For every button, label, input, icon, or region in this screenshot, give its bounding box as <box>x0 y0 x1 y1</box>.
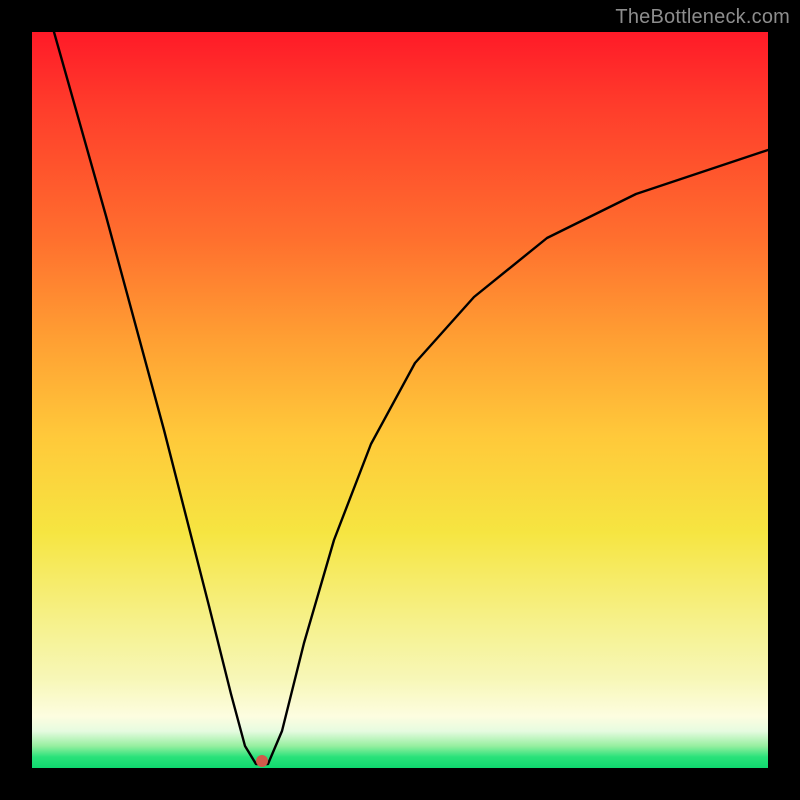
optimal-point-marker <box>256 755 268 767</box>
chart-frame: TheBottleneck.com <box>0 0 800 800</box>
bottleneck-curve <box>54 32 768 764</box>
curve-svg <box>32 32 768 768</box>
plot-area <box>32 32 768 768</box>
watermark-text: TheBottleneck.com <box>615 6 790 29</box>
